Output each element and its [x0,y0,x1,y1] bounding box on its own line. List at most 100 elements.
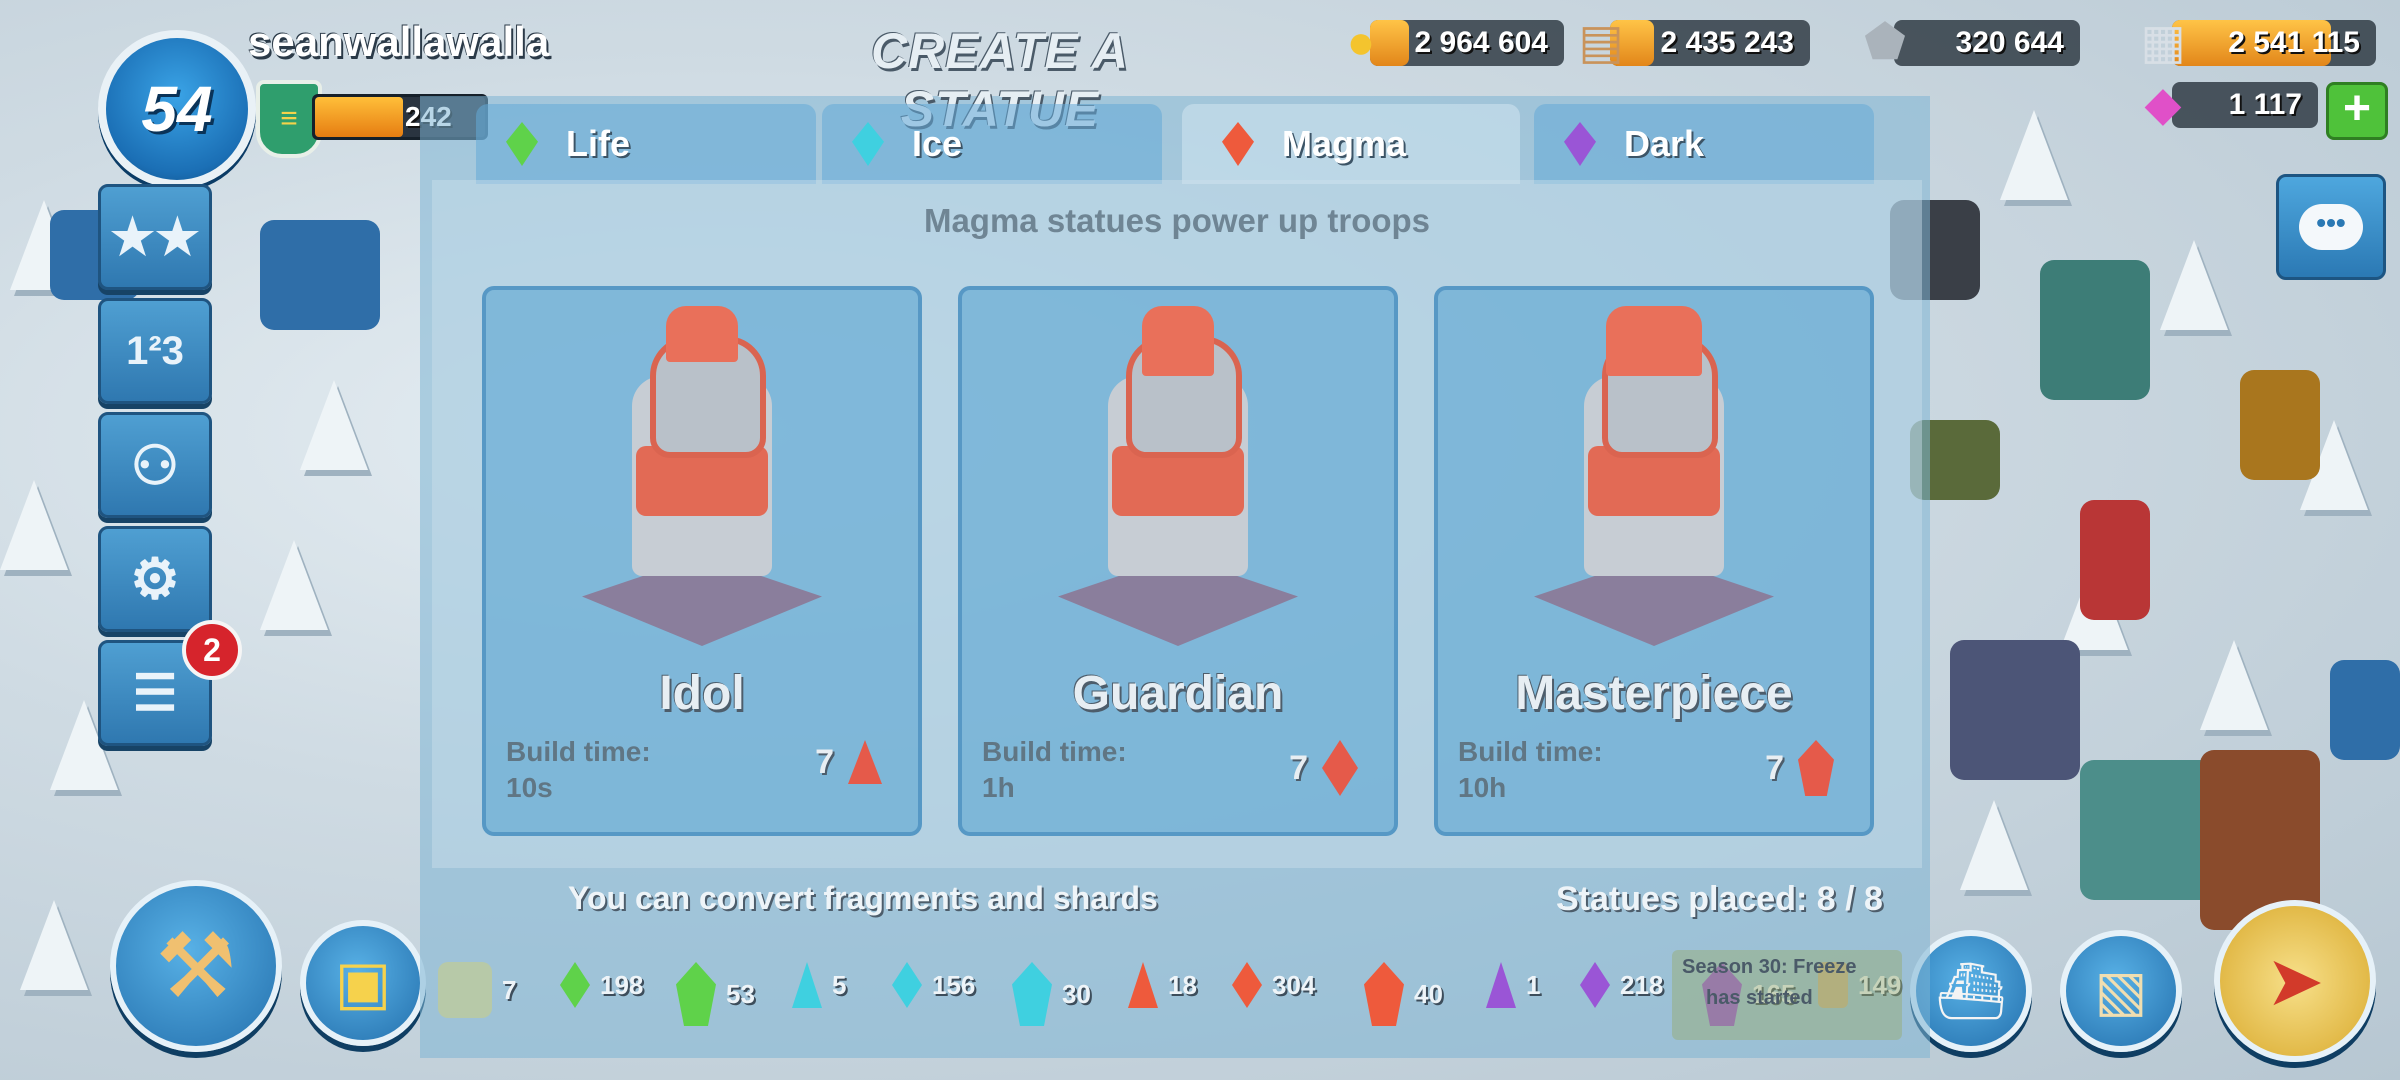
podium-icon: 1²3 [126,328,184,373]
magma-shard-icon [1232,962,1262,1008]
converter-icon [438,962,492,1018]
inventory-item: 304 [1232,962,1315,1008]
rankings-button[interactable]: 1²3 [98,298,212,404]
ice-crystal-icon [1012,962,1052,1026]
statue-name: Masterpiece [1515,667,1793,720]
player-name[interactable]: seanwallawalla [248,18,549,66]
treasure-chest-icon: ▣ [334,949,392,1016]
boat-icon: ⛴ [1935,959,2007,1022]
ice-gem-icon [852,122,884,166]
inventory-item: 30 [1012,962,1091,1026]
compass-button[interactable]: ➤ [2214,900,2376,1062]
statues-placed: Statues placed: 8 / 8 [1556,880,1883,918]
inventory-item: 18 [1128,962,1197,1008]
world-building[interactable] [2330,660,2400,760]
magma-fragment-icon [1128,962,1158,1008]
magma-crystal-icon [1798,740,1834,796]
world-building[interactable] [2240,370,2320,480]
statue-card-guardian[interactable]: Guardian Build time: 1h 7 [958,286,1398,836]
compass-icon: ➤ [2265,942,2325,1020]
tab-magma[interactable]: Magma [1182,104,1520,184]
wood-counter[interactable]: ▤ 2 435 243 [1578,16,1810,69]
statue-panel: Magma statues power up troops Idol Build… [432,180,1922,868]
convert-info: You can convert fragments and shards [568,880,1158,916]
life-shard-icon [676,962,716,1026]
build-time-value: 1h [982,772,1015,803]
world-building[interactable] [2040,260,2150,400]
build-time-label: Build time: [982,736,1127,767]
leaderboard-button[interactable]: ★★ [98,184,212,290]
inventory-item: 53 [676,962,755,1026]
statue-cost: 7 [1289,740,1358,796]
buy-diamonds-button[interactable]: + [2326,82,2388,140]
hammer-icon: ⚒ [155,916,237,1017]
life-gem-icon [506,122,538,166]
map-icon: ▧ [2094,959,2148,1022]
stars-icon: ★★ [110,209,200,265]
stone-icon: ⬟ [1864,16,1906,69]
life-fragment-icon [560,962,590,1008]
settings-button[interactable]: ⚙ [98,526,212,632]
inventory-item: 198 [560,962,643,1008]
iron-bars-icon: ▦ [2140,16,2186,69]
build-time-label: Build time: [506,736,651,767]
statue-card-masterpiece[interactable]: Masterpiece Build time: 10h 7 [1434,286,1874,836]
magma-gem-icon [1222,122,1254,166]
dark-shard-icon [1580,962,1610,1008]
tab-dark[interactable]: Dark [1534,104,1874,184]
inventory-item: 1 [1486,962,1540,1008]
newspaper-icon: ☰ [132,665,178,721]
event-line-1: Season 30: Freeze [1682,956,1857,978]
event-line-2: has started [1706,987,1813,1009]
ice-shard-icon [892,962,922,1008]
rank-chevron-icon: ≡ [280,102,298,135]
panel-subtitle: Magma statues power up troops [923,202,1431,239]
inventory-item: 156 [892,962,975,1008]
magma-shard-icon [1322,740,1358,796]
chat-button[interactable]: ••• [2276,174,2386,280]
task-force-icon: ⚇ [130,435,180,496]
build-time-value: 10s [506,772,553,803]
inventory-item: 40 [1364,962,1443,1026]
magma-crystal-icon [1364,962,1404,1026]
player-level: 54 [141,73,213,145]
stone-counter[interactable]: ⬟ 320 644 [1864,16,2080,69]
statue-cost: 7 [1765,740,1834,796]
ice-fragment-icon [792,962,822,1008]
tab-life[interactable]: Life [476,104,816,184]
map-button[interactable]: ▧ [2060,930,2182,1052]
player-level-badge[interactable]: 54 [98,30,256,188]
diamond-icon: ◆ [2144,78,2182,131]
wood-logs-icon: ▤ [1578,16,1624,69]
statue-cost: 7 [815,740,882,784]
chat-bubble-icon: ••• [2299,204,2363,250]
gear-icon: ⚙ [129,547,181,610]
build-time-label: Build time: [1458,736,1603,767]
world-building[interactable] [260,220,380,330]
guardian-statue-image [1038,306,1318,646]
news-notification-badge: 2 [182,620,242,680]
statue-name: Guardian [1072,667,1284,720]
build-time-value: 10h [1458,772,1507,803]
world-building[interactable] [2080,500,2150,620]
gold-counter[interactable]: ● 2 964 604 [1347,16,1564,69]
inventory-item: 5 [792,962,846,1008]
magma-fragment-icon [848,740,882,784]
statue-name: Idol [659,667,745,720]
idol-statue-image [562,306,842,646]
gold-coin-icon: ● [1346,15,1376,69]
dark-gem-icon [1564,122,1596,166]
task-force-button[interactable]: ⚇ [98,412,212,518]
tab-ice[interactable]: Ice [822,104,1162,184]
treasure-button[interactable]: ▣ [300,920,426,1046]
statue-type-tabs: Life Ice Magma Dark [476,104,1876,184]
iron-counter[interactable]: ▦ 2 541 115 [2140,16,2376,69]
converter-button[interactable]: 7 [438,962,516,1018]
world-building[interactable] [1950,640,2080,780]
season-event-banner[interactable]: Season 30: Freeze has started [1672,950,1902,1040]
diamond-counter[interactable]: ◆ 1 117 [2145,78,2318,131]
inventory-item: 218 [1580,962,1663,1008]
dark-fragment-icon [1486,962,1516,1008]
build-button[interactable]: ⚒ [110,880,282,1052]
statue-card-idol[interactable]: Idol Build time: 10s 7 [482,286,922,836]
